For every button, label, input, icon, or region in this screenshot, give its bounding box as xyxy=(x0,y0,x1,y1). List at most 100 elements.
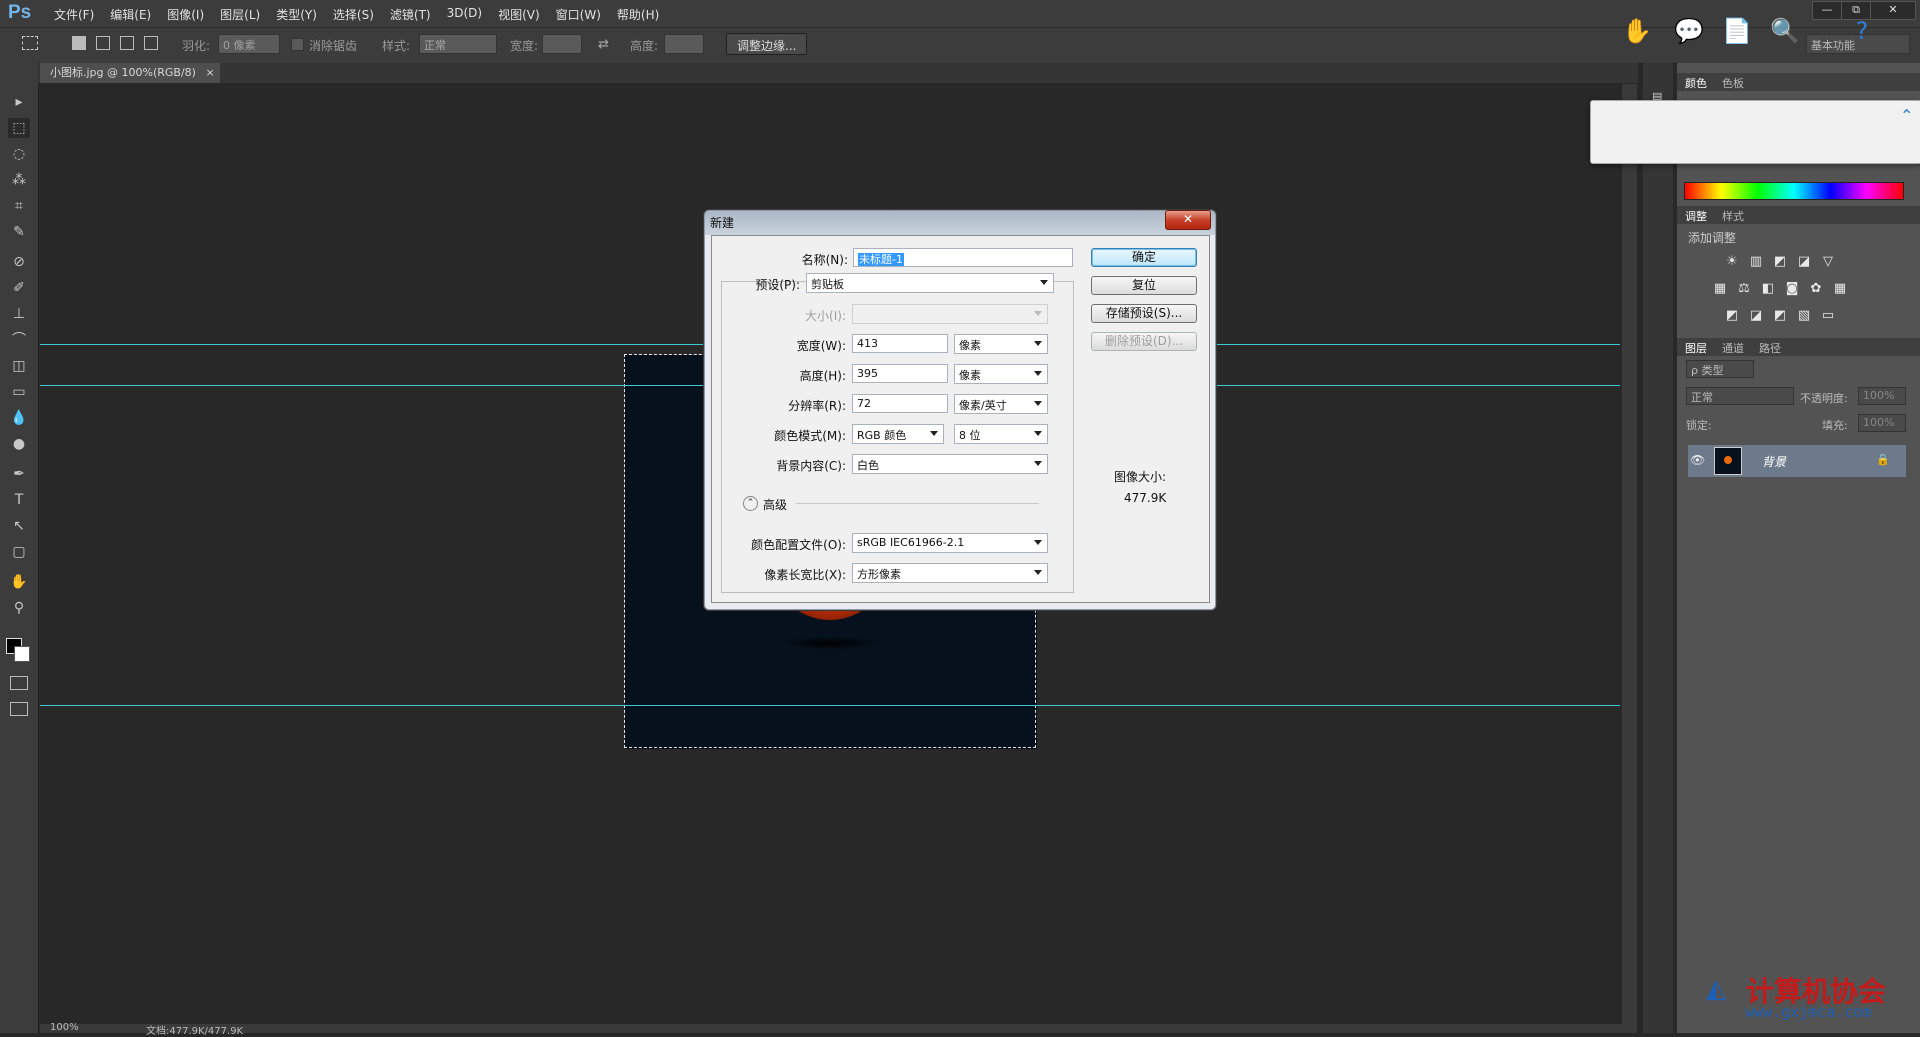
preset-select[interactable]: 剪贴板 xyxy=(806,273,1054,293)
brush-tool-icon[interactable]: ✐ xyxy=(8,278,30,298)
document-tab-close-icon[interactable]: × xyxy=(205,66,214,79)
history-brush-tool-icon[interactable]: ⌒ xyxy=(8,330,30,350)
feather-input[interactable]: 0 像素 xyxy=(218,34,280,54)
tab-layers[interactable]: 图层 xyxy=(1685,340,1707,356)
menu-image[interactable]: 图像(I) xyxy=(159,6,212,23)
pen-tool-icon[interactable]: ✒ xyxy=(8,464,30,484)
layer-kind-filter[interactable]: ρ 类型 xyxy=(1686,360,1754,378)
collapse-chevron-icon[interactable]: ⌃ xyxy=(1900,106,1918,156)
height-input-dialog[interactable]: 395 xyxy=(852,364,948,383)
vibrance-icon[interactable]: ▽ xyxy=(1820,254,1836,270)
eyedropper-tool-icon[interactable]: ✎ xyxy=(8,222,30,242)
width-input-dialog[interactable]: 413 xyxy=(852,334,948,353)
new-selection-icon[interactable] xyxy=(72,36,86,50)
swap-icon[interactable]: ⇄ xyxy=(598,37,609,52)
zoom-tool-icon[interactable]: ⚲ xyxy=(8,598,30,618)
color-balance-icon[interactable]: ⚖ xyxy=(1736,281,1752,297)
document-tab[interactable]: 小图标.jpg @ 100%(RGB/8) × xyxy=(40,63,220,83)
refine-edge-button[interactable]: 调整边缘... xyxy=(726,33,808,55)
hue-saturation-icon[interactable]: ▦ xyxy=(1712,281,1728,297)
document-arrow-icon[interactable]: 📄 xyxy=(1720,16,1754,46)
clone-stamp-tool-icon[interactable]: ⊥ xyxy=(8,304,30,324)
background-color-swatch[interactable] xyxy=(14,646,30,662)
minimize-button[interactable]: — xyxy=(1812,1,1842,20)
style-select[interactable]: 正常 xyxy=(419,34,497,54)
pixel-aspect-select[interactable]: 方形像素 xyxy=(852,563,1048,583)
menu-file[interactable]: 文件(F) xyxy=(46,6,102,23)
threshold-icon[interactable]: ◩ xyxy=(1772,308,1788,324)
comment-icon[interactable]: 💬 xyxy=(1672,16,1706,46)
screen-mode-icon[interactable] xyxy=(10,702,28,716)
height-unit-select[interactable]: 像素 xyxy=(954,364,1048,384)
tab-styles[interactable]: 样式 xyxy=(1722,208,1744,224)
menu-filter[interactable]: 滤镜(T) xyxy=(382,6,439,23)
dodge-tool-icon[interactable]: ● xyxy=(8,434,30,454)
height-input[interactable] xyxy=(664,34,704,54)
canvas-vertical-scrollbar[interactable] xyxy=(1622,84,1637,1024)
color-lookup-icon[interactable]: ▦ xyxy=(1832,281,1848,297)
gradient-tool-icon[interactable]: ▭ xyxy=(8,382,30,402)
quick-mask-icon[interactable] xyxy=(10,676,28,690)
resolution-input[interactable]: 72 xyxy=(852,394,948,413)
help-icon[interactable]: ? xyxy=(1845,16,1879,46)
exposure-icon[interactable]: ◪ xyxy=(1796,254,1812,270)
tab-swatches[interactable]: 色板 xyxy=(1722,75,1744,91)
bit-depth-select[interactable]: 8 位 xyxy=(954,424,1048,444)
eraser-tool-icon[interactable]: ◫ xyxy=(8,356,30,376)
advanced-toggle-icon[interactable]: ⌃ xyxy=(743,496,758,511)
tab-paths[interactable]: 路径 xyxy=(1759,340,1781,356)
opacity-input[interactable]: 100% xyxy=(1858,387,1906,405)
menu-type[interactable]: 类型(Y) xyxy=(268,6,325,23)
invert-icon[interactable]: ◩ xyxy=(1724,308,1740,324)
subtract-selection-icon[interactable] xyxy=(120,36,134,50)
menu-select[interactable]: 选择(S) xyxy=(325,6,382,23)
guide-line[interactable] xyxy=(40,705,1620,706)
marquee-tool-icon[interactable]: ⬚ xyxy=(8,118,30,138)
width-input[interactable] xyxy=(542,34,582,54)
channel-mixer-icon[interactable]: ✿ xyxy=(1808,281,1824,297)
dialog-close-button[interactable]: ✕ xyxy=(1165,210,1211,230)
intersect-selection-icon[interactable] xyxy=(144,36,158,50)
black-white-icon[interactable]: ◧ xyxy=(1760,281,1776,297)
blur-tool-icon[interactable]: 💧 xyxy=(8,408,30,428)
menu-help[interactable]: 帮助(H) xyxy=(609,6,667,23)
lasso-tool-icon[interactable]: ◌ xyxy=(8,144,30,164)
path-select-tool-icon[interactable]: ↖ xyxy=(8,516,30,536)
color-mode-select[interactable]: RGB 颜色 xyxy=(852,424,944,444)
color-profile-select[interactable]: sRGB IEC61966-2.1 xyxy=(852,533,1048,553)
status-zoom[interactable]: 100% xyxy=(50,1022,79,1033)
save-preset-button[interactable]: 存储预设(S)... xyxy=(1091,304,1197,323)
menu-window[interactable]: 窗口(W) xyxy=(548,6,609,23)
visibility-eye-icon[interactable]: 👁 xyxy=(1690,453,1705,467)
brightness-icon[interactable]: ☀ xyxy=(1724,254,1740,270)
advanced-label[interactable]: 高级 xyxy=(763,496,787,513)
width-unit-select[interactable]: 像素 xyxy=(954,334,1048,354)
name-input[interactable]: 未标题-1 xyxy=(853,248,1073,267)
menu-layer[interactable]: 图层(L) xyxy=(212,6,268,23)
add-selection-icon[interactable] xyxy=(96,36,110,50)
blend-mode-select[interactable]: 正常 xyxy=(1686,387,1794,405)
menu-view[interactable]: 视图(V) xyxy=(490,6,548,23)
resolution-unit-select[interactable]: 像素/英寸 xyxy=(954,394,1048,414)
tab-adjustments[interactable]: 调整 xyxy=(1685,208,1707,224)
fill-input[interactable]: 100% xyxy=(1858,414,1906,432)
healing-brush-tool-icon[interactable]: ⊘ xyxy=(8,252,30,272)
type-tool-icon[interactable]: T xyxy=(8,490,30,510)
tab-channels[interactable]: 通道 xyxy=(1722,340,1744,356)
shape-tool-icon[interactable]: ▢ xyxy=(8,542,30,562)
marquee-preset-icon[interactable] xyxy=(22,36,38,50)
zoom-document-icon[interactable]: 🔍 xyxy=(1768,16,1802,46)
crop-tool-icon[interactable]: ⌗ xyxy=(8,196,30,216)
quick-select-tool-icon[interactable]: ⁂ xyxy=(8,170,30,190)
background-select[interactable]: 白色 xyxy=(852,454,1048,474)
selective-color-icon[interactable]: ▧ xyxy=(1796,308,1812,324)
menu-edit[interactable]: 编辑(E) xyxy=(102,6,159,23)
color-spectrum[interactable] xyxy=(1684,182,1904,200)
move-tool-icon[interactable]: ▸ xyxy=(8,92,30,112)
tab-color[interactable]: 颜色 xyxy=(1685,75,1707,91)
posterize-icon[interactable]: ◪ xyxy=(1748,308,1764,324)
hand-tool-icon[interactable]: ✋ xyxy=(8,572,30,592)
layer-name[interactable]: 背景 xyxy=(1762,453,1786,470)
curves-icon[interactable]: ◩ xyxy=(1772,254,1788,270)
antialias-checkbox[interactable] xyxy=(291,38,304,51)
